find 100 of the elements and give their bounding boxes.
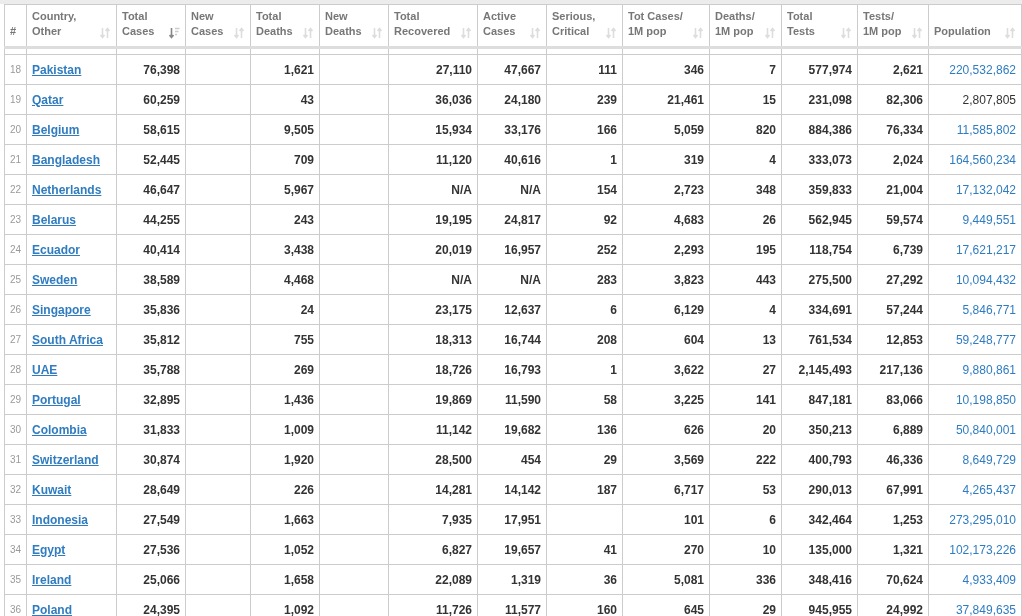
table-cell: 1,621 bbox=[250, 54, 320, 85]
table-cell: 208 bbox=[546, 324, 623, 355]
table-cell: 22,089 bbox=[388, 564, 478, 595]
table-cell: 290,013 bbox=[781, 474, 858, 505]
population-link[interactable]: 220,532,862 bbox=[928, 54, 1022, 85]
table-cell: 626 bbox=[622, 414, 710, 445]
table-cell: 6,717 bbox=[622, 474, 710, 505]
table-cell: 135,000 bbox=[781, 534, 858, 565]
column-header[interactable]: Total Tests bbox=[781, 4, 858, 48]
table-cell: 9,505 bbox=[250, 114, 320, 145]
table-cell: 7 bbox=[709, 54, 782, 85]
population-link[interactable]: 50,840,001 bbox=[928, 414, 1022, 445]
table-cell: 41 bbox=[546, 534, 623, 565]
table-cell: 217,136 bbox=[857, 354, 929, 385]
column-header[interactable]: Serious, Critical bbox=[546, 4, 623, 48]
table-cell: 58 bbox=[546, 384, 623, 415]
table-cell: 454 bbox=[477, 444, 547, 475]
column-header[interactable]: Deaths/ 1M pop bbox=[709, 4, 782, 48]
table-cell: 35,788 bbox=[116, 354, 186, 385]
country-link[interactable]: UAE bbox=[32, 362, 58, 377]
population-link[interactable]: 11,585,802 bbox=[928, 114, 1022, 145]
column-header[interactable]: Country, Other bbox=[26, 4, 117, 48]
table-cell: 400,793 bbox=[781, 444, 858, 475]
table-cell: 67,991 bbox=[857, 474, 929, 505]
population-link[interactable]: 9,880,861 bbox=[928, 354, 1022, 385]
table-cell: 3,225 bbox=[622, 384, 710, 415]
table-cell: 336 bbox=[709, 564, 782, 595]
population-link[interactable]: 102,173,226 bbox=[928, 534, 1022, 565]
table-cell: 21,461 bbox=[622, 84, 710, 115]
table-cell: 27,549 bbox=[116, 504, 186, 535]
table-cell: 24,817 bbox=[477, 204, 547, 235]
population-link[interactable]: 17,132,042 bbox=[928, 174, 1022, 205]
table-cell: 10 bbox=[709, 534, 782, 565]
table-cell: 53 bbox=[709, 474, 782, 505]
population-link[interactable]: 4,265,437 bbox=[928, 474, 1022, 505]
table-cell: 1,009 bbox=[250, 414, 320, 445]
table-cell: 18,726 bbox=[388, 354, 478, 385]
table-cell: 57,244 bbox=[857, 294, 929, 325]
table-cell: 26 bbox=[709, 204, 782, 235]
table-cell: 23,175 bbox=[388, 294, 478, 325]
table-cell: 16,793 bbox=[477, 354, 547, 385]
table-cell: 847,181 bbox=[781, 384, 858, 415]
table-cell: 40,616 bbox=[477, 144, 547, 175]
table-cell: 319 bbox=[622, 144, 710, 175]
population-link[interactable]: 10,094,432 bbox=[928, 264, 1022, 295]
country-link[interactable]: Qatar bbox=[32, 92, 64, 107]
table-cell: 44,255 bbox=[116, 204, 186, 235]
table-cell: 346 bbox=[622, 54, 710, 85]
column-header[interactable]: Total Deaths bbox=[250, 4, 320, 48]
table-cell: 6 bbox=[546, 294, 623, 325]
column-header[interactable]: New Deaths bbox=[319, 4, 389, 48]
table-cell: 136 bbox=[546, 414, 623, 445]
table-cell: 270 bbox=[622, 534, 710, 565]
column-header[interactable]: Total Recovered bbox=[388, 4, 478, 48]
table-cell: 27,536 bbox=[116, 534, 186, 565]
row-number: 32 bbox=[4, 474, 27, 505]
column-header[interactable]: New Cases bbox=[185, 4, 251, 48]
population-link[interactable]: 273,295,010 bbox=[928, 504, 1022, 535]
table-cell: 19,195 bbox=[388, 204, 478, 235]
population-link[interactable]: 5,846,771 bbox=[928, 294, 1022, 325]
table-cell: 226 bbox=[250, 474, 320, 505]
column-header[interactable]: Tests/ 1M pop bbox=[857, 4, 929, 48]
population-link[interactable]: 164,560,234 bbox=[928, 144, 1022, 175]
column-header[interactable]: Active Cases bbox=[477, 4, 547, 48]
table-cell: 2,807,805 bbox=[928, 84, 1022, 115]
table-cell: 28,500 bbox=[388, 444, 478, 475]
column-header: # bbox=[4, 4, 27, 48]
table-cell: 46,647 bbox=[116, 174, 186, 205]
row-number: 34 bbox=[4, 534, 27, 565]
table-cell: 31,833 bbox=[116, 414, 186, 445]
population-link[interactable]: 59,248,777 bbox=[928, 324, 1022, 355]
table-cell: 2,024 bbox=[857, 144, 929, 175]
population-link[interactable]: 9,449,551 bbox=[928, 204, 1022, 235]
column-header[interactable]: Population bbox=[928, 4, 1022, 48]
table-cell: 604 bbox=[622, 324, 710, 355]
population-link[interactable]: 8,649,729 bbox=[928, 444, 1022, 475]
table-cell: 231,098 bbox=[781, 84, 858, 115]
table-cell: 14,281 bbox=[388, 474, 478, 505]
table-cell: 32,895 bbox=[116, 384, 186, 415]
table-cell: 40,414 bbox=[116, 234, 186, 265]
table-cell: 43 bbox=[250, 84, 320, 115]
table-cell: 58,615 bbox=[116, 114, 186, 145]
table-cell: 5,059 bbox=[622, 114, 710, 145]
population-link[interactable]: 10,198,850 bbox=[928, 384, 1022, 415]
table-cell: 333,073 bbox=[781, 144, 858, 175]
table-cell: 2,293 bbox=[622, 234, 710, 265]
column-header[interactable]: Total Cases bbox=[116, 4, 186, 48]
table-cell: 33,176 bbox=[477, 114, 547, 145]
row-number: 18 bbox=[4, 54, 27, 85]
population-link[interactable]: 4,933,409 bbox=[928, 564, 1022, 595]
table-cell: 820 bbox=[709, 114, 782, 145]
country-link[interactable]: Egypt bbox=[32, 542, 66, 557]
population-link[interactable]: 17,621,217 bbox=[928, 234, 1022, 265]
column-header[interactable]: Tot Cases/ 1M pop bbox=[622, 4, 710, 48]
table-cell: 884,386 bbox=[781, 114, 858, 145]
table-cell: 27 bbox=[709, 354, 782, 385]
row-number: 19 bbox=[4, 84, 27, 115]
table-cell: 11,142 bbox=[388, 414, 478, 445]
table-cell: 5,081 bbox=[622, 564, 710, 595]
table-cell: 6,889 bbox=[857, 414, 929, 445]
